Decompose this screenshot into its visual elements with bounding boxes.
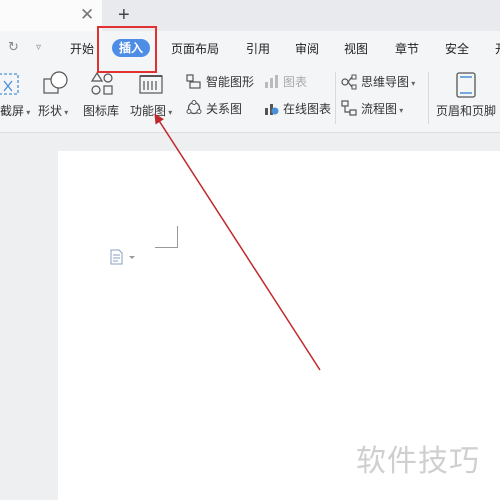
watermark-text: 软件技巧 [356,445,480,478]
annotation-arrow [154,113,321,371]
